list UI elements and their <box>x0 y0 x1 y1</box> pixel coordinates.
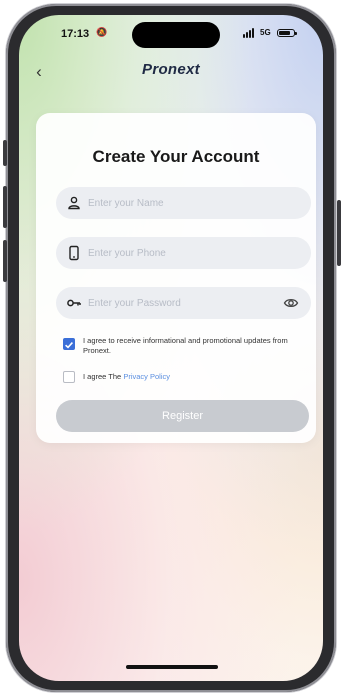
app-screen: 17:13 🔕 5G ‹ Pronext Create Your Account <box>19 15 323 681</box>
battery-icon <box>277 29 297 37</box>
volume-down-button <box>3 240 7 282</box>
page-title: Create Your Account <box>92 147 260 166</box>
phone-field[interactable] <box>56 237 311 269</box>
privacy-consent-label: I agree The Privacy Policy <box>83 372 303 382</box>
signal-icon <box>243 28 257 38</box>
password-input[interactable] <box>88 287 268 319</box>
name-field[interactable] <box>56 187 311 219</box>
privacy-policy-link[interactable]: Privacy Policy <box>123 372 170 381</box>
silent-bell-icon: 🔕 <box>96 27 108 37</box>
user-icon <box>68 196 80 210</box>
network-label: 5G <box>260 28 271 37</box>
brand-logo: Pronext <box>142 61 200 78</box>
key-icon <box>67 299 81 307</box>
marketing-consent-checkbox[interactable] <box>63 338 75 350</box>
password-field[interactable] <box>56 287 311 319</box>
status-bar: 17:13 🔕 5G <box>19 15 323 51</box>
phone-input[interactable] <box>88 237 268 269</box>
privacy-consent-checkbox[interactable] <box>63 371 75 383</box>
privacy-consent-prefix: I agree The <box>83 372 124 381</box>
volume-up-button <box>3 186 7 228</box>
action-button <box>3 140 7 166</box>
home-indicator <box>126 665 218 669</box>
name-input[interactable] <box>88 187 268 219</box>
status-time: 17:13 <box>61 28 90 40</box>
dynamic-island <box>132 22 220 48</box>
marketing-consent-label: I agree to receive informational and pro… <box>83 336 288 355</box>
power-button <box>337 200 341 266</box>
signup-card: Create Your Account Enter your Name Ente… <box>36 113 316 443</box>
register-button[interactable]: Register <box>56 400 309 432</box>
eye-icon[interactable] <box>283 295 299 311</box>
phone-icon <box>69 245 79 261</box>
checkmark-icon <box>65 342 73 349</box>
